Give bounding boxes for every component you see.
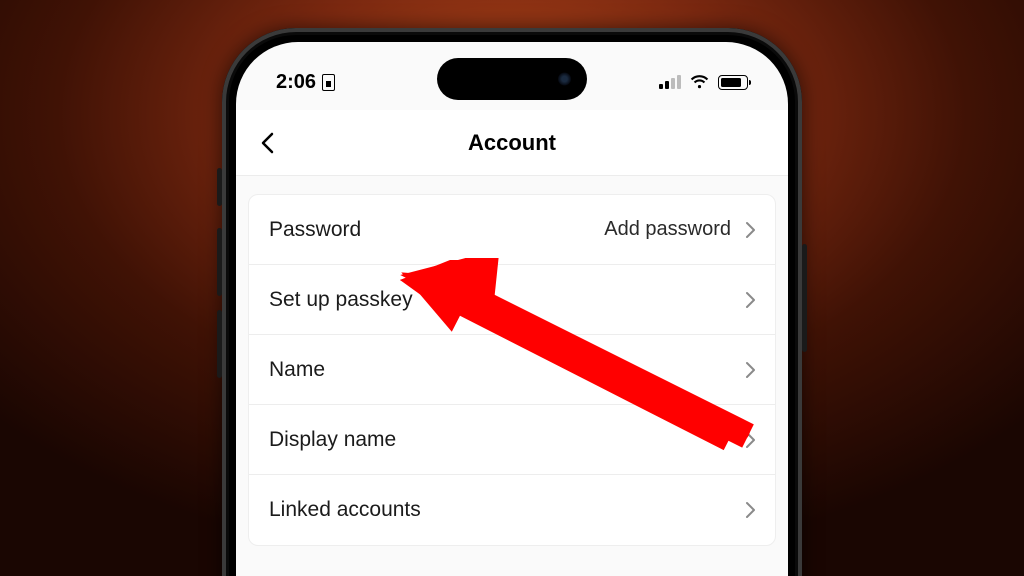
nav-header: Account (236, 110, 788, 176)
status-right (659, 75, 748, 90)
row-label: Name (269, 358, 745, 382)
row-label: Password (269, 218, 604, 242)
display-name-row[interactable]: Display name (249, 405, 775, 475)
dynamic-island (437, 58, 587, 100)
wifi-icon (689, 75, 710, 90)
row-value: Add password (604, 218, 731, 241)
settings-list: Password Add password Set up passkey Nam… (248, 194, 776, 546)
back-button[interactable] (254, 126, 280, 160)
phone-volume-up (217, 228, 222, 296)
screen-content: Account Password Add password Set up pas… (236, 110, 788, 576)
phone-side-button (217, 168, 222, 206)
status-time: 2:06 (276, 71, 316, 94)
row-label: Display name (269, 428, 745, 452)
chevron-right-icon (745, 221, 755, 239)
set-up-passkey-row[interactable]: Set up passkey (249, 265, 775, 335)
chevron-right-icon (745, 431, 755, 449)
sim-icon (322, 74, 335, 91)
phone-power-button (802, 244, 807, 352)
chevron-right-icon (745, 501, 755, 519)
battery-icon (718, 75, 748, 90)
phone-volume-down (217, 310, 222, 378)
password-row[interactable]: Password Add password (249, 195, 775, 265)
name-row[interactable]: Name (249, 335, 775, 405)
chevron-left-icon (260, 132, 274, 154)
phone-frame: 2:06 Account (222, 28, 802, 576)
cellular-signal-icon (659, 75, 681, 89)
status-left: 2:06 (276, 71, 335, 94)
chevron-right-icon (745, 361, 755, 379)
chevron-right-icon (745, 291, 755, 309)
row-label: Set up passkey (269, 288, 745, 312)
row-label: Linked accounts (269, 498, 745, 522)
linked-accounts-row[interactable]: Linked accounts (249, 475, 775, 545)
page-title: Account (468, 130, 556, 156)
phone-screen: 2:06 Account (236, 42, 788, 576)
